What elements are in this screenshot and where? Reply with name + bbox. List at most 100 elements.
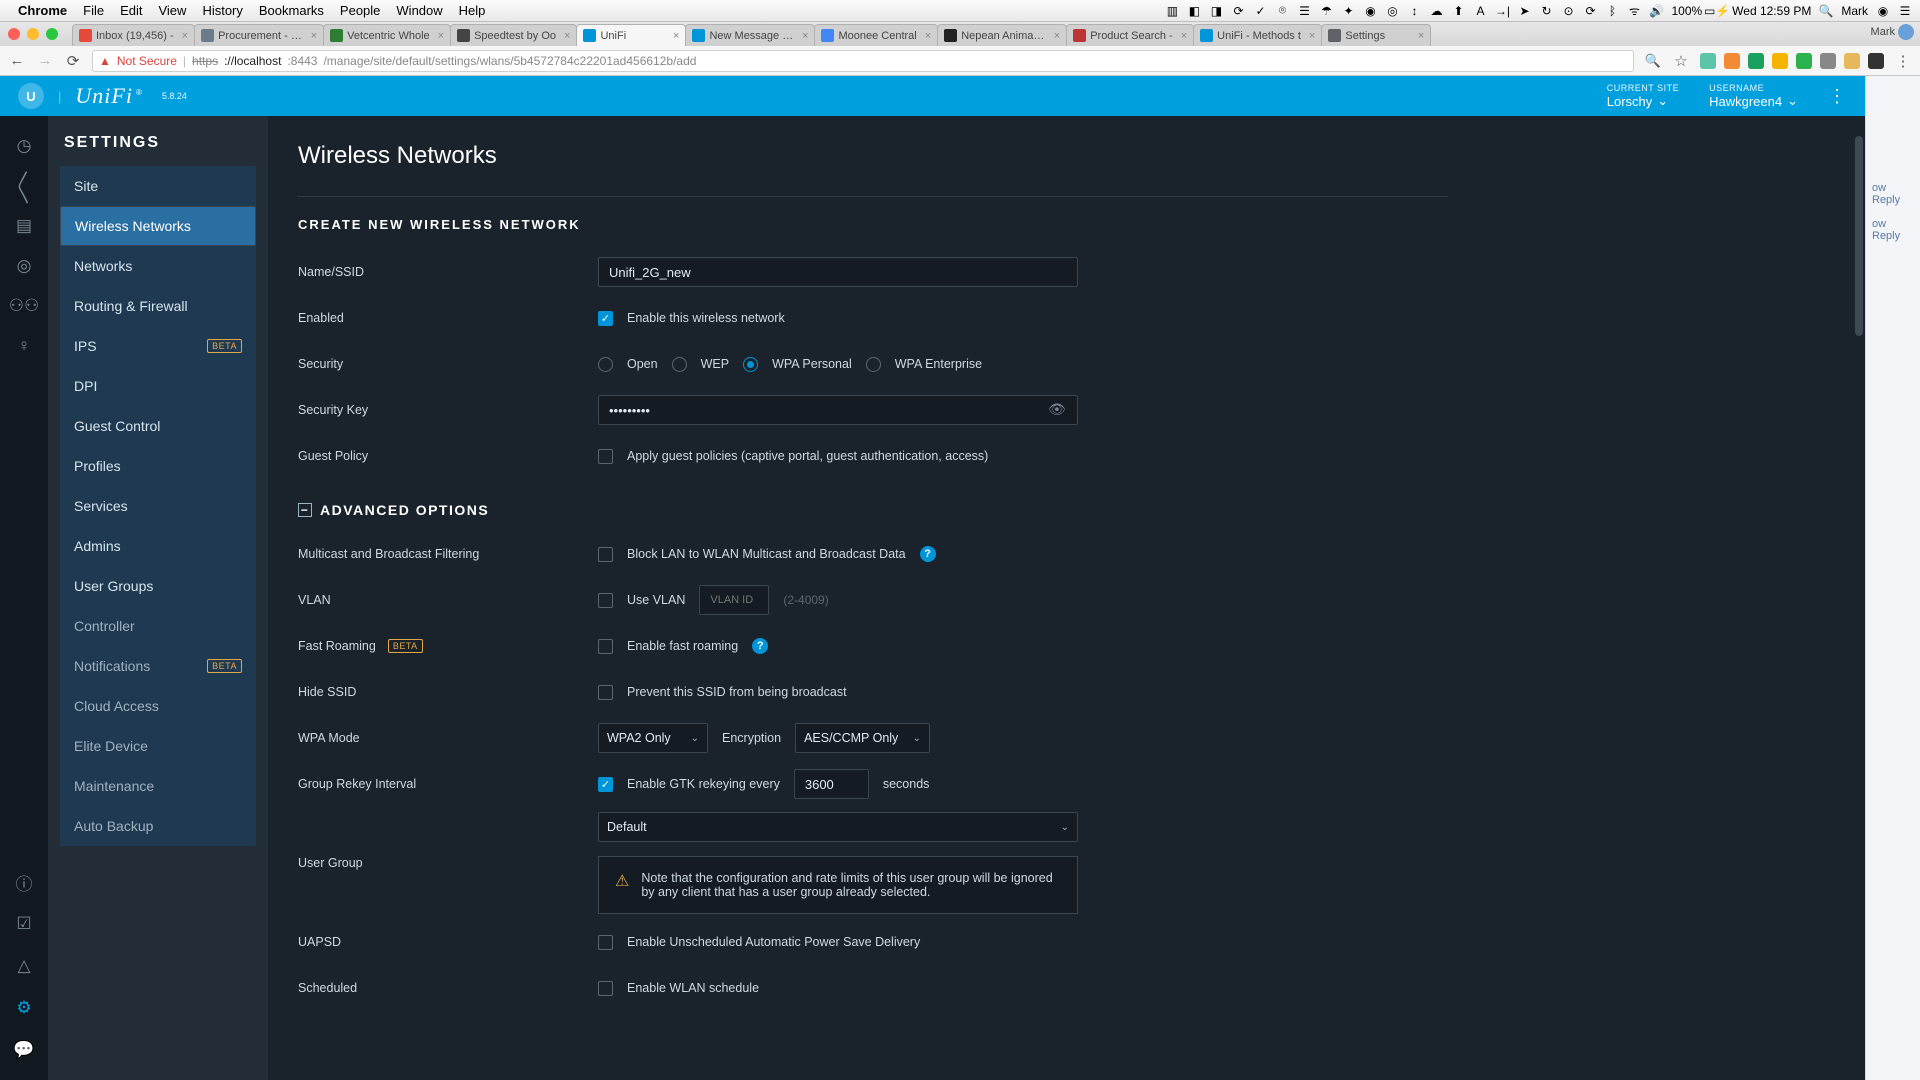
browser-tab[interactable]: Moonee Central× [814, 24, 938, 46]
browser-tab[interactable]: Settings× [1321, 24, 1431, 46]
sidebar-item[interactable]: User Groups [60, 566, 256, 606]
tab-close-icon[interactable]: × [1054, 30, 1060, 42]
tray-icon[interactable]: ◎ [1385, 4, 1399, 18]
security-wpapersonal-radio[interactable] [743, 357, 758, 372]
vlan-id-input[interactable] [699, 585, 769, 615]
unifi-logo[interactable]: U | UniFi® 5.8.24 [18, 83, 187, 109]
tray-icon[interactable]: ☰ [1297, 4, 1311, 18]
help-icon[interactable]: ? [920, 546, 936, 562]
sidebar-item[interactable]: Controller [60, 606, 256, 646]
sidebar-item[interactable]: Elite Device [60, 726, 256, 766]
user-menu[interactable]: Mark [1841, 4, 1868, 18]
sidebar-item[interactable]: Routing & Firewall [60, 286, 256, 326]
tab-close-icon[interactable]: × [802, 30, 808, 42]
tab-close-icon[interactable]: × [182, 30, 188, 42]
tray-icon[interactable]: →| [1495, 4, 1509, 18]
extension-icon[interactable] [1748, 53, 1764, 69]
menu-view[interactable]: View [158, 3, 186, 18]
tray-icon[interactable]: ☁ [1429, 4, 1443, 18]
sidebar-item[interactable]: Networks [60, 246, 256, 286]
security-wpaenterprise-radio[interactable] [866, 357, 881, 372]
browser-tab[interactable]: Vetcentric Whole× [323, 24, 451, 46]
tray-icon[interactable]: ▥ [1165, 4, 1179, 18]
sidebar-item[interactable]: Auto Backup [60, 806, 256, 846]
omnibox[interactable]: ▲ Not Secure | https://localhost:8443/ma… [92, 50, 1634, 72]
sidebar-item[interactable]: Services [60, 486, 256, 526]
current-site-picker[interactable]: CURRENT SITE Lorschy⌄ [1607, 83, 1679, 109]
window-close-icon[interactable] [8, 28, 20, 40]
extension-icon[interactable] [1844, 53, 1860, 69]
browser-tab[interactable]: New Message - U× [685, 24, 815, 46]
chrome-profile[interactable]: Mark [1871, 24, 1914, 40]
spotlight-icon[interactable]: 🔍 [1819, 4, 1833, 18]
security-wep-radio[interactable] [672, 357, 687, 372]
tray-icon[interactable]: ↕ [1407, 4, 1421, 18]
header-more-icon[interactable]: ⋮ [1828, 91, 1847, 101]
map-icon[interactable]: ▤ [0, 206, 48, 246]
tab-close-icon[interactable]: × [1418, 30, 1424, 42]
menu-help[interactable]: Help [459, 3, 486, 18]
sidebar-item[interactable]: Wireless Networks [60, 206, 256, 246]
info-icon[interactable]: ⓘ [0, 862, 48, 902]
tray-icon[interactable]: ⟳ [1583, 4, 1597, 18]
tab-close-icon[interactable]: × [311, 30, 317, 42]
clock-text[interactable]: Wed 12:59 PM [1732, 4, 1811, 18]
clients-icon[interactable]: ⚇⚇ [0, 286, 48, 326]
nav-forward-icon[interactable]: → [36, 52, 54, 70]
zoom-icon[interactable]: 🔍 [1644, 52, 1662, 70]
tray-icon[interactable]: ☂ [1319, 4, 1333, 18]
tray-icon[interactable]: ⬆ [1451, 4, 1465, 18]
sidebar-item[interactable]: Maintenance [60, 766, 256, 806]
tray-icon[interactable]: ◉ [1363, 4, 1377, 18]
user-group-select[interactable]: Default⌄ [598, 812, 1078, 842]
wpa-mode-select[interactable]: WPA2 Only⌄ [598, 723, 708, 753]
wifi-icon[interactable]: ᯤ [1627, 4, 1641, 18]
help-icon[interactable]: ? [752, 638, 768, 654]
browser-tab[interactable]: UniFi× [576, 24, 686, 46]
tray-icon[interactable]: ➤ [1517, 4, 1531, 18]
tab-close-icon[interactable]: × [1309, 30, 1315, 42]
browser-tab[interactable]: Inbox (19,456) -× [72, 24, 195, 46]
statistics-icon[interactable]: 〳〵 [0, 166, 48, 206]
siri-icon[interactable]: ◉ [1876, 4, 1890, 18]
menu-window[interactable]: Window [396, 3, 442, 18]
tray-icon[interactable]: ✦ [1341, 4, 1355, 18]
events-icon[interactable]: ☑ [0, 904, 48, 944]
menu-edit[interactable]: Edit [120, 3, 142, 18]
guest-policy-checkbox[interactable] [598, 449, 613, 464]
browser-tab[interactable]: Nepean Animal H× [937, 24, 1067, 46]
menu-history[interactable]: History [202, 3, 242, 18]
tab-close-icon[interactable]: × [673, 30, 679, 42]
enabled-checkbox[interactable]: ✓ [598, 311, 613, 326]
tray-icon[interactable]: ◨ [1209, 4, 1223, 18]
extension-icon[interactable] [1820, 53, 1836, 69]
browser-tab[interactable]: UniFi - Methods t× [1193, 24, 1322, 46]
tray-icon[interactable]: A [1473, 4, 1487, 18]
sidebar-item[interactable]: Guest Control [60, 406, 256, 446]
bookmark-star-icon[interactable]: ☆ [1672, 52, 1690, 70]
alerts-icon[interactable]: △ [0, 946, 48, 986]
username-menu[interactable]: USERNAME Hawkgreen4⌄ [1709, 83, 1798, 109]
hide-ssid-checkbox[interactable] [598, 685, 613, 700]
sidebar-item[interactable]: Site [60, 166, 256, 206]
window-minimize-icon[interactable] [27, 28, 39, 40]
extension-icon[interactable] [1724, 53, 1740, 69]
volume-icon[interactable]: 🔊 [1649, 4, 1663, 18]
encryption-select[interactable]: AES/CCMP Only⌄ [795, 723, 930, 753]
window-zoom-icon[interactable] [46, 28, 58, 40]
sidebar-item[interactable]: DPI [60, 366, 256, 406]
uapsd-checkbox[interactable] [598, 935, 613, 950]
scrollbar-thumb[interactable] [1855, 136, 1863, 336]
extension-icon[interactable] [1700, 53, 1716, 69]
notification-center-icon[interactable]: ☰ [1898, 4, 1912, 18]
chrome-menu-icon[interactable]: ⋮ [1894, 52, 1912, 70]
menu-file[interactable]: File [83, 3, 104, 18]
bluetooth-icon[interactable]: ᛒ [1605, 4, 1619, 18]
app-menu[interactable]: Chrome [18, 3, 67, 18]
fast-roaming-checkbox[interactable] [598, 639, 613, 654]
vlan-checkbox[interactable] [598, 593, 613, 608]
menu-bookmarks[interactable]: Bookmarks [259, 3, 324, 18]
tab-close-icon[interactable]: × [1181, 30, 1187, 42]
tab-close-icon[interactable]: × [564, 30, 570, 42]
tab-close-icon[interactable]: × [438, 30, 444, 42]
